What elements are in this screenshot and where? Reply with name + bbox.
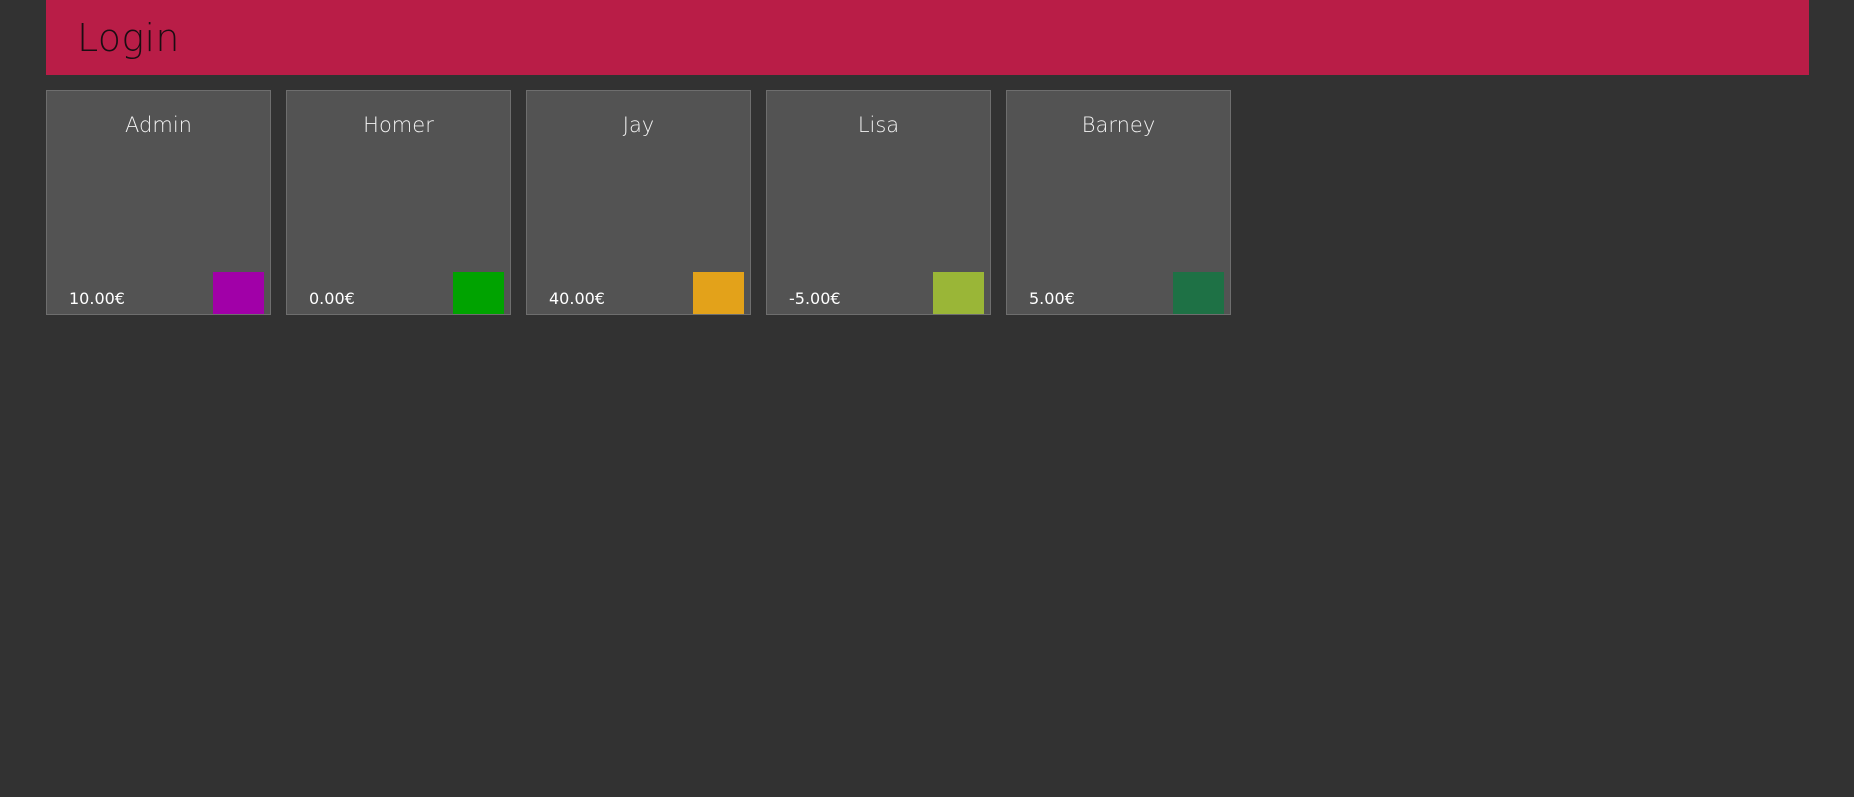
user-balance: 40.00€ — [549, 289, 605, 308]
user-tile-lisa[interactable]: Lisa -5.00€ — [766, 90, 991, 315]
user-balance: 0.00€ — [309, 289, 355, 308]
login-header: Login — [46, 0, 1809, 75]
user-balance: 5.00€ — [1029, 289, 1075, 308]
user-color-swatch — [1173, 272, 1224, 314]
user-tile-admin[interactable]: Admin 10.00€ — [46, 90, 271, 315]
user-name: Lisa — [857, 113, 900, 137]
user-name: Jay — [622, 113, 655, 137]
user-name: Admin — [125, 113, 192, 137]
page-title: Login — [77, 16, 180, 60]
user-tile-barney[interactable]: Barney 5.00€ — [1006, 90, 1231, 315]
user-balance: 10.00€ — [69, 289, 125, 308]
user-color-swatch — [933, 272, 984, 314]
user-name: Homer — [363, 113, 434, 137]
user-balance: -5.00€ — [789, 289, 841, 308]
user-tile-homer[interactable]: Homer 0.00€ — [286, 90, 511, 315]
user-color-swatch — [213, 272, 264, 314]
user-color-swatch — [693, 272, 744, 314]
user-tile-jay[interactable]: Jay 40.00€ — [526, 90, 751, 315]
user-name: Barney — [1081, 113, 1156, 137]
user-color-swatch — [453, 272, 504, 314]
